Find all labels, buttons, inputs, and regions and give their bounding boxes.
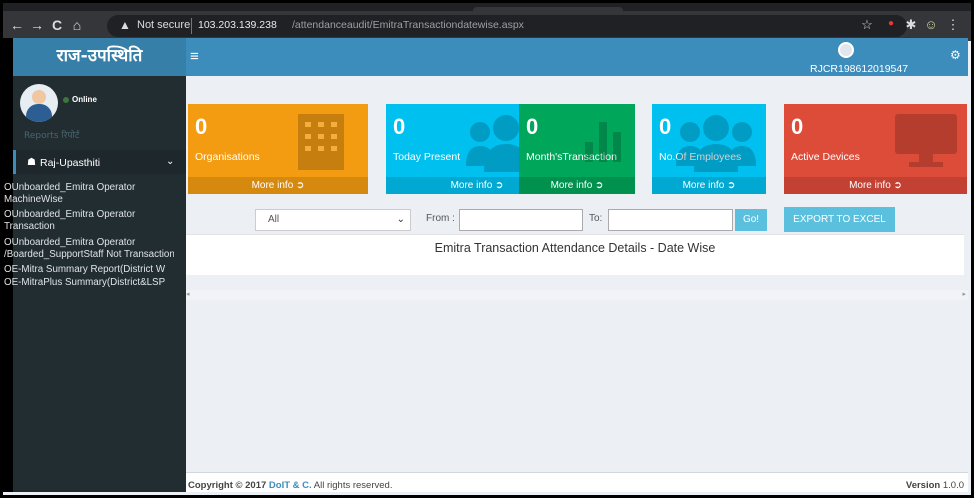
version: Version 1.0.0 (906, 480, 964, 491)
menu-raj-upasthiti-label[interactable]: Raj-Upasthiti (40, 157, 100, 169)
profile-icon[interactable]: ☺ (923, 17, 939, 32)
bookmark-star-icon[interactable]: ☆ (859, 17, 875, 33)
reload-icon[interactable]: C (49, 17, 65, 33)
stat-value: 0 (526, 114, 539, 139)
gears-icon[interactable]: ⚙ (950, 48, 961, 62)
building-icon (298, 114, 344, 170)
rights-text: All rights reserved. (311, 480, 393, 491)
organisation-select[interactable]: All ⌄ (255, 209, 411, 231)
address-separator (191, 18, 192, 34)
copyright: Copyright © 2017 DoIT & C. All rights re… (188, 480, 392, 491)
user-avatar (20, 84, 58, 122)
stat-months-transaction: 0 Month'sTransaction More info ➲ (519, 104, 635, 194)
select-value: All (268, 214, 280, 225)
active-tab[interactable] (473, 7, 623, 11)
online-status: Online (72, 95, 97, 104)
sidebar-item[interactable]: OE-MitraPlus Summary(District&LSP (4, 277, 174, 289)
monitor-icon (895, 114, 957, 167)
from-date-input[interactable] (459, 209, 583, 231)
sidebar-item[interactable]: Transaction (4, 221, 174, 233)
to-date-input[interactable] (608, 209, 733, 231)
version-label: Version (905, 480, 941, 491)
sidebar-item[interactable]: /Boarded_SupportStaff Not Transaction (4, 249, 174, 261)
stat-label: Active Devices (791, 151, 860, 163)
more-info-link[interactable]: More info ➲ (519, 177, 635, 194)
app-window: ← → C ⌂ ▲ Not secure 103.203.139.238 /at… (3, 3, 971, 495)
reports-header: Reports रिपोर्ट (24, 131, 80, 141)
username[interactable]: RJCR198612019547 (810, 63, 908, 75)
stat-label: Organisations (195, 151, 260, 163)
more-info-link[interactable]: More info ➲ (652, 177, 766, 194)
to-label: To: (589, 213, 603, 224)
brand-logo[interactable]: राज-उपस्थिति (13, 38, 186, 76)
forward-icon[interactable]: → (29, 17, 45, 33)
go-button[interactable]: Go! (735, 209, 767, 231)
bar-chart-icon (585, 122, 621, 162)
stat-value: 0 (791, 114, 804, 139)
report-title: Emitra Transaction Attendance Details - … (434, 241, 716, 255)
sidebar-item[interactable]: OUnboarded_Emitra Operator (4, 237, 174, 249)
stat-value: 0 (393, 114, 406, 139)
stat-active-devices: 0 Active Devices More info ➲ (784, 104, 967, 194)
org-link[interactable]: DoIT & C. (269, 480, 312, 491)
version-number: 1.0.0 (942, 480, 964, 491)
sidebar-item[interactable]: OE-Mitra Summary Report(District W (4, 264, 174, 276)
stat-value: 0 (659, 114, 672, 139)
users-icon (676, 115, 756, 172)
more-info-link[interactable]: More info ➲ (784, 177, 967, 194)
dashboard-icon: ☗ (27, 157, 36, 168)
copyright-prefix: Copyright © 2017 (188, 480, 269, 491)
not-secure-label[interactable]: Not secure (137, 19, 190, 31)
hamburger-icon[interactable]: ≡ (190, 48, 199, 65)
scroll-left-icon[interactable]: ◂ (186, 290, 190, 298)
chevron-down-icon[interactable]: ⌄ (166, 156, 174, 167)
sidebar-item[interactable]: OUnboarded_Emitra Operator (4, 182, 174, 194)
stat-label: Today Present (393, 151, 461, 163)
extension-icon[interactable]: ● (883, 18, 899, 29)
home-icon[interactable]: ⌂ (69, 17, 85, 33)
from-label: From : (426, 213, 455, 224)
online-status-dot (63, 97, 69, 103)
user-avatar-small[interactable] (838, 42, 854, 58)
sidebar-item[interactable]: MachineWise (4, 194, 174, 206)
export-to-excel-button[interactable]: EXPORT TO EXCEL (784, 207, 895, 232)
more-info-link[interactable]: More info ➲ (188, 177, 368, 194)
warning-icon[interactable]: ▲ (119, 18, 131, 32)
puzzle-icon[interactable]: ✱ (903, 17, 919, 33)
browser-menu-icon[interactable]: ⋮ (945, 17, 961, 33)
sidebar-item[interactable]: OUnboarded_Emitra Operator (4, 209, 174, 221)
back-icon[interactable]: ← (9, 17, 25, 33)
horizontal-scrollbar[interactable]: ◂ ▸ (186, 290, 968, 300)
stat-value: 0 (195, 114, 208, 139)
stat-organisations: 0 Organisations More info ➲ (188, 104, 368, 194)
scroll-right-icon[interactable]: ▸ (962, 290, 966, 298)
chevron-down-icon: ⌄ (396, 214, 405, 225)
url-path[interactable]: /attendanceaudit/EmitraTransactiondatewi… (292, 19, 524, 31)
stat-no-of-employees: 0 No.Of Employees More info ➲ (652, 104, 766, 194)
url-host[interactable]: 103.203.139.238 (198, 19, 277, 31)
